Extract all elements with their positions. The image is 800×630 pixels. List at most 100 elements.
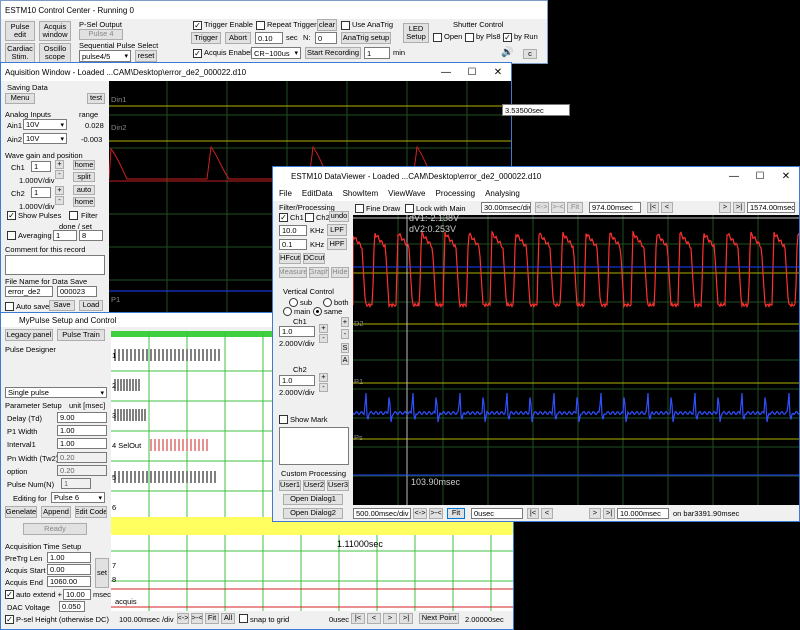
same-radio[interactable]	[313, 307, 322, 316]
vch2-down-button[interactable]: -	[319, 383, 328, 392]
maximize-icon[interactable]: ☐	[459, 67, 485, 78]
snap-to-grid-checkbox[interactable]	[239, 614, 248, 623]
pulse-train-button[interactable]: Pulse Train	[57, 329, 105, 341]
vch2-gain-input[interactable]: 1.0	[279, 375, 315, 386]
oscilloscope-button[interactable]: Oscillo scope	[39, 43, 71, 63]
c-button[interactable]: c	[523, 49, 537, 59]
viewer-last-button[interactable]: >|	[733, 202, 745, 213]
bottom-prev-button[interactable]: <	[541, 508, 553, 519]
speaker-icon[interactable]: 🔊	[501, 47, 513, 58]
interval-input[interactable]: 1.00	[57, 438, 107, 449]
viewer-next-button[interactable]: >	[719, 202, 731, 213]
pn-width-input[interactable]: 0.20	[57, 452, 107, 463]
psel-pulse4-button[interactable]: Pulse 4	[79, 29, 123, 40]
save-button[interactable]: Save	[49, 300, 75, 311]
hpf-button[interactable]: HPF	[327, 238, 347, 250]
bottom-fit-button[interactable]: Fit	[447, 508, 465, 519]
close-icon[interactable]: ✕	[485, 67, 511, 78]
viewer-zoom-in-button[interactable]: >-<	[551, 202, 565, 213]
led-setup-button[interactable]: LED Setup	[403, 23, 429, 43]
trigger-interval-input[interactable]: 0.10	[255, 32, 283, 44]
abort-button[interactable]: Abort	[225, 32, 251, 44]
single-pulse-select[interactable]: Single pulse	[5, 387, 107, 398]
s-button[interactable]: S	[341, 343, 349, 353]
psel-height-checkbox[interactable]: ✓	[5, 615, 14, 624]
home2-button[interactable]: home	[73, 197, 95, 207]
prev-button[interactable]: <	[367, 613, 381, 624]
hfcut-button[interactable]: HFcut	[279, 253, 301, 264]
bottom-next-button[interactable]: >	[589, 508, 601, 519]
test-button[interactable]: test	[87, 93, 105, 104]
lpf-input[interactable]: 10.0	[279, 225, 307, 236]
both-radio[interactable]	[323, 298, 332, 307]
generate-button[interactable]: Genelate	[5, 506, 37, 518]
lpf-button[interactable]: LPF	[327, 224, 347, 236]
use-anatrig-checkbox[interactable]	[341, 21, 350, 30]
auto-button[interactable]: auto	[73, 185, 95, 195]
first-button[interactable]: |<	[351, 613, 365, 624]
end-msec-input[interactable]: 1574.00msec	[747, 202, 795, 213]
bottom-zoom-in-button[interactable]: >-<	[429, 508, 443, 519]
vch1-up-button[interactable]: +	[319, 324, 328, 333]
ch2-up-button[interactable]: +	[55, 186, 64, 195]
next-point-button[interactable]: Next Point	[419, 613, 459, 624]
viewer-close-icon[interactable]: ✕	[773, 171, 799, 182]
home1-button[interactable]: home	[73, 160, 95, 170]
minimize-icon[interactable]: —	[433, 67, 459, 78]
mark-list-box[interactable]	[279, 427, 349, 465]
viewer-minimize-icon[interactable]: —	[721, 171, 747, 182]
viewer-ch1-checkbox[interactable]: ✓	[279, 213, 288, 222]
menu-button[interactable]: Menu	[5, 93, 35, 104]
shutter-by-run-checkbox[interactable]: ✓	[503, 33, 512, 42]
dccut-button[interactable]: DCcut	[303, 253, 325, 264]
ready-button[interactable]: Ready	[23, 523, 87, 535]
acqstart-input[interactable]: 0.00	[47, 564, 91, 575]
acquis-window-button[interactable]: Acquis window	[39, 21, 71, 41]
vch2-up-button[interactable]: +	[319, 373, 328, 382]
bottom-msdiv-input[interactable]: 500.00msec/div	[353, 508, 411, 519]
zoom-out-button[interactable]: <->	[177, 613, 189, 624]
legacy-panel-button[interactable]: Legacy panel	[5, 329, 53, 341]
split-button[interactable]: split	[73, 172, 95, 182]
trigger-button[interactable]: Trigger	[191, 32, 221, 44]
vch1-down-button[interactable]: -	[319, 334, 328, 343]
cardiac-stim-button[interactable]: Cardiac Stim.	[5, 43, 35, 63]
bottom-last-button[interactable]: >|	[603, 508, 615, 519]
ch2-gain-input[interactable]: 1	[31, 187, 51, 198]
pulse-all-button[interactable]: All	[221, 613, 235, 624]
edit-code-button[interactable]: Edit Code	[75, 506, 107, 518]
ch1-gain-input[interactable]: 1	[31, 161, 51, 172]
set-button[interactable]: set	[95, 558, 109, 588]
lock-with-main-checkbox[interactable]	[405, 204, 414, 213]
filename-input[interactable]: error_de2	[5, 286, 53, 297]
menu-editdata[interactable]: EditData	[302, 189, 333, 198]
load-button[interactable]: Load	[79, 300, 103, 311]
bottom-pos-input[interactable]: 10.000msec	[617, 508, 669, 519]
menu-showitem[interactable]: ShowItem	[343, 189, 379, 198]
p1-width-input[interactable]: 1.00	[57, 425, 107, 436]
clear-button[interactable]: clear	[317, 19, 337, 31]
viewer-ch2-checkbox[interactable]	[305, 213, 314, 222]
pulse-edit-button[interactable]: Pulse edit	[5, 21, 35, 41]
append-button[interactable]: Append	[41, 506, 71, 518]
hide-button[interactable]: Hide	[331, 267, 349, 278]
ch2-down-button[interactable]: -	[55, 196, 64, 205]
ch1-up-button[interactable]: +	[55, 160, 64, 169]
pulse-num-input[interactable]: 1	[61, 478, 91, 489]
start-recording-button[interactable]: Start Recording	[305, 47, 361, 59]
filter-checkbox[interactable]	[69, 211, 78, 220]
viewer-zoom-out-button[interactable]: <->	[535, 202, 549, 213]
acquis-enable-checkbox[interactable]: ✓	[193, 49, 202, 58]
show-pulses-checkbox[interactable]: ✓	[7, 211, 16, 220]
dac-voltage-input[interactable]: 0.050	[59, 601, 85, 612]
last-button[interactable]: >|	[399, 613, 413, 624]
editing-for-select[interactable]: Pulse 6	[51, 492, 105, 503]
cr-select[interactable]: CR~100us	[251, 47, 301, 59]
reset-button[interactable]: reset	[135, 50, 157, 62]
trigger-enable-checkbox[interactable]: ✓	[193, 21, 202, 30]
option-input[interactable]: 0.20	[57, 465, 107, 476]
auto-save-checkbox[interactable]	[5, 302, 14, 311]
extend-input[interactable]: 10.00	[63, 589, 91, 600]
averaging-checkbox[interactable]	[7, 231, 16, 240]
fine-draw-checkbox[interactable]	[355, 204, 364, 213]
